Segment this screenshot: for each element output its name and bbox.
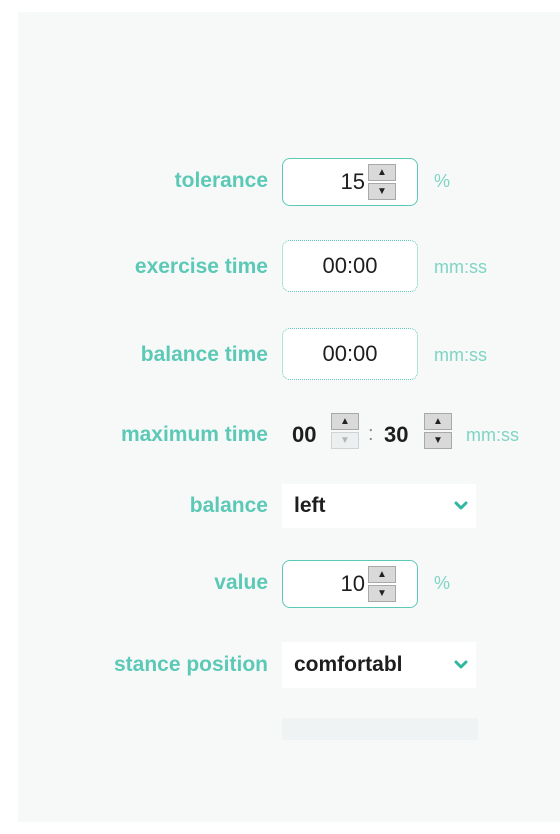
spin-down-icon[interactable]: ▼ — [368, 585, 396, 602]
spin-down-icon: ▼ — [331, 432, 359, 449]
balance-time-unit: mm:ss — [434, 345, 487, 365]
value-unit: % — [434, 573, 451, 593]
empty-row-placeholder — [282, 718, 478, 740]
maximum-seconds-value[interactable]: 30 — [384, 424, 408, 446]
stance-position-label: stance position — [113, 653, 268, 676]
tolerance-label: tolerance — [174, 169, 268, 192]
time-separator: : — [368, 423, 374, 445]
value-spinner[interactable]: ▲ ▼ — [368, 566, 396, 602]
maximum-time-unit: mm:ss — [466, 425, 519, 445]
tolerance-value[interactable]: 15 — [341, 159, 365, 205]
value-label: value — [214, 571, 268, 594]
maximum-minutes-spinner[interactable]: ▲ ▼ — [331, 413, 359, 449]
tolerance-unit: % — [434, 171, 451, 191]
chevron-down-icon[interactable] — [454, 660, 468, 670]
balance-select[interactable]: left — [282, 484, 476, 528]
maximum-seconds-spinner[interactable]: ▲ ▼ — [424, 413, 452, 449]
spin-down-icon[interactable]: ▼ — [368, 183, 396, 200]
spin-up-icon[interactable]: ▲ — [368, 566, 396, 583]
tolerance-spinbox[interactable]: 15 ▲ ▼ — [282, 158, 418, 206]
spin-up-icon[interactable]: ▲ — [331, 413, 359, 430]
spin-up-icon[interactable]: ▲ — [424, 413, 452, 430]
maximum-time-label: maximum time — [120, 423, 268, 446]
balance-time-label: balance time — [140, 343, 268, 366]
spin-down-icon[interactable]: ▼ — [424, 432, 452, 449]
stance-position-select[interactable]: comfortabl — [282, 642, 476, 688]
balance-label: balance — [189, 494, 268, 517]
maximum-minutes-value[interactable]: 00 — [292, 424, 316, 446]
value-spinbox[interactable]: 10 ▲ ▼ — [282, 560, 418, 608]
settings-panel — [18, 12, 560, 822]
exercise-time-label: exercise time — [134, 255, 268, 278]
exercise-time-unit: mm:ss — [434, 257, 487, 277]
chevron-down-icon[interactable] — [454, 501, 468, 511]
value-value[interactable]: 10 — [341, 561, 365, 607]
balance-selected-value: left — [294, 494, 326, 517]
stance-position-selected-value: comfortabl — [294, 653, 403, 676]
spin-up-icon[interactable]: ▲ — [368, 164, 396, 181]
exercise-time-input[interactable]: 00:00 — [282, 240, 418, 292]
balance-time-input[interactable]: 00:00 — [282, 328, 418, 380]
tolerance-spinner[interactable]: ▲ ▼ — [368, 164, 396, 200]
